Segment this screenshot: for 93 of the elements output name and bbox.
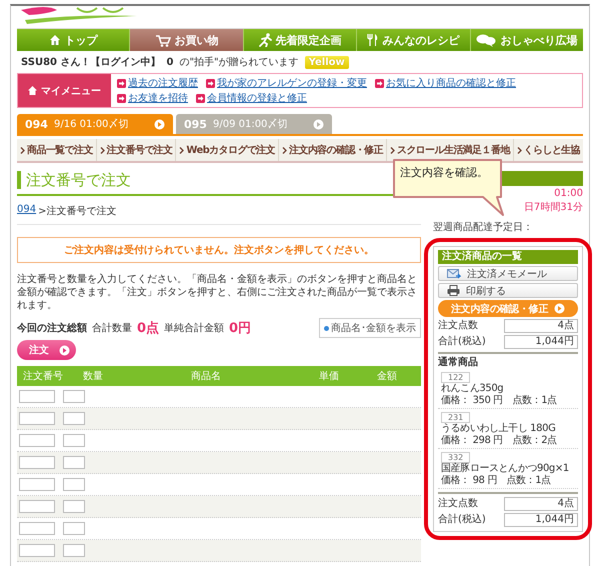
- column-header: 数量: [82, 370, 104, 383]
- subnav-link[interactable]: くらしと生協: [512, 139, 584, 161]
- arrow-icon: [117, 78, 126, 88]
- subnav-link[interactable]: 注文内容の確認・修正: [278, 139, 386, 161]
- item-code: 332: [441, 452, 470, 463]
- order-button[interactable]: 注文: [17, 340, 76, 360]
- summary-label: 合計(税込): [438, 336, 486, 348]
- order-number-field[interactable]: [19, 456, 55, 469]
- nav-tab[interactable]: お買い物: [129, 29, 243, 51]
- quantity-label: 合計数量: [92, 322, 132, 335]
- summary-label: 合計(税込): [438, 514, 486, 526]
- menu-link[interactable]: お気に入り商品の確認と修正: [375, 76, 516, 90]
- item-code: 231: [441, 412, 470, 423]
- show-details-button[interactable]: 商品名･金額を表示: [319, 318, 421, 338]
- home-icon: [48, 34, 61, 46]
- summary-label: 注文点数: [438, 498, 478, 510]
- breadcrumb-link[interactable]: 094: [17, 204, 36, 218]
- item-name: 国産豚ロースとんかつ90g×1: [441, 463, 569, 474]
- order-number-field[interactable]: [19, 434, 55, 447]
- quantity-value: 0点: [137, 320, 160, 337]
- column-header: 単価: [318, 370, 340, 383]
- order-number-field[interactable]: [19, 478, 55, 491]
- chevron-icon: [100, 146, 105, 154]
- print-button[interactable]: 印刷する: [438, 283, 578, 298]
- order-number-field[interactable]: [19, 544, 55, 557]
- chevron-icon: [390, 146, 395, 154]
- order-number-field[interactable]: [19, 390, 55, 403]
- item-price: 価格： 350 円 点数：1点: [441, 395, 557, 407]
- quantity-field[interactable]: [63, 390, 85, 403]
- menu-link[interactable]: お友達を招待: [117, 91, 188, 105]
- runner-icon: [258, 33, 272, 47]
- subnav-link[interactable]: 商品一覧で注文: [17, 139, 96, 161]
- cart-icon: [154, 34, 171, 46]
- chevron-icon: [516, 146, 522, 154]
- menu-link[interactable]: 会員情報の登録と修正: [196, 91, 307, 105]
- rank-badge: Yellow: [304, 56, 349, 68]
- summary-label: 注文点数: [438, 320, 478, 332]
- remaining-time: 日7時間31分: [524, 202, 583, 213]
- breadcrumb-current: >注文番号で注文: [38, 204, 116, 218]
- notice-message: ご注文内容は受付けられていません。注文ボタンを押してください。: [17, 237, 421, 263]
- home-icon: [28, 86, 37, 95]
- amount-value: 0円: [229, 320, 252, 337]
- menu-link[interactable]: 我が家のアレルゲンの登録・変更: [206, 76, 367, 90]
- subnav-link[interactable]: 注文番号で注文: [96, 139, 176, 161]
- quantity-field[interactable]: [63, 434, 85, 447]
- quantity-field[interactable]: [63, 478, 85, 491]
- arrow-icon: [206, 78, 215, 88]
- deadline-time: 01:00: [554, 188, 583, 199]
- item-name: れんこん350g: [441, 383, 504, 394]
- section-title: 通常商品: [438, 357, 479, 369]
- amount-label: 単純合計金額: [164, 322, 224, 335]
- callout-text: 注文内容を確認。: [400, 165, 488, 180]
- summary-value: 1,044円: [504, 335, 578, 349]
- column-header: 金額: [376, 370, 398, 383]
- dot-icon: [324, 326, 329, 330]
- applause-text: の"拍手"が贈られています: [179, 56, 299, 69]
- delivery-date-label: 翌週商品配達予定日：: [433, 222, 534, 234]
- summary-value: 4点: [504, 497, 578, 511]
- item-name: うるめいわし上干し 180G: [441, 423, 556, 434]
- my-menu-button[interactable]: マイメニュー: [18, 74, 111, 107]
- chat-icon: [476, 33, 496, 47]
- item-price: 価格： 98 円 点数：1点: [441, 475, 551, 487]
- quantity-field[interactable]: [63, 412, 85, 425]
- summary-value: 4点: [504, 319, 578, 333]
- ordered-list-header: 注文済商品の一覧: [438, 250, 578, 264]
- total-label: 今回の注文総額: [17, 321, 87, 335]
- mail-icon: [447, 268, 461, 279]
- subnav-link[interactable]: Webカタログで注文: [175, 139, 278, 161]
- arrow-icon: [375, 78, 384, 88]
- instructions-text: 注文番号と数量を入力してください。「商品名・金額を表示」のボタンを押すと商品名と金額が確認できます。「注文」ボタンを押すと、右側にご注文された商品が一覧で表示されます。: [17, 273, 418, 312]
- arrow-icon: [196, 94, 205, 102]
- user-name: SSU80 さん！【ログイン中】: [21, 56, 160, 69]
- quantity-field[interactable]: [63, 456, 85, 469]
- item-price: 価格： 298 円 点数：2点: [441, 435, 557, 447]
- summary-value: 1,044円: [504, 513, 578, 527]
- column-header: 注文番号: [23, 370, 64, 383]
- printer-icon: [447, 285, 460, 296]
- order-number-field[interactable]: [19, 500, 55, 513]
- quantity-field[interactable]: [63, 522, 85, 535]
- quantity-field[interactable]: [63, 544, 85, 557]
- item-code: 122: [441, 372, 470, 383]
- quantity-field[interactable]: [63, 500, 85, 513]
- applause-count: 0: [166, 56, 174, 68]
- chevron-icon: [20, 146, 25, 154]
- fork-knife-icon: [367, 33, 378, 47]
- chevron-icon: [282, 146, 287, 154]
- arrow-icon: [117, 94, 126, 102]
- order-number-field[interactable]: [19, 522, 55, 535]
- menu-link[interactable]: 過去の注文履歴: [117, 76, 198, 90]
- order-number-field[interactable]: [19, 412, 55, 425]
- chevron-icon: [179, 146, 184, 154]
- column-header: 商品名: [190, 370, 222, 383]
- memo-mail-button[interactable]: 注文済メモメール: [438, 266, 578, 281]
